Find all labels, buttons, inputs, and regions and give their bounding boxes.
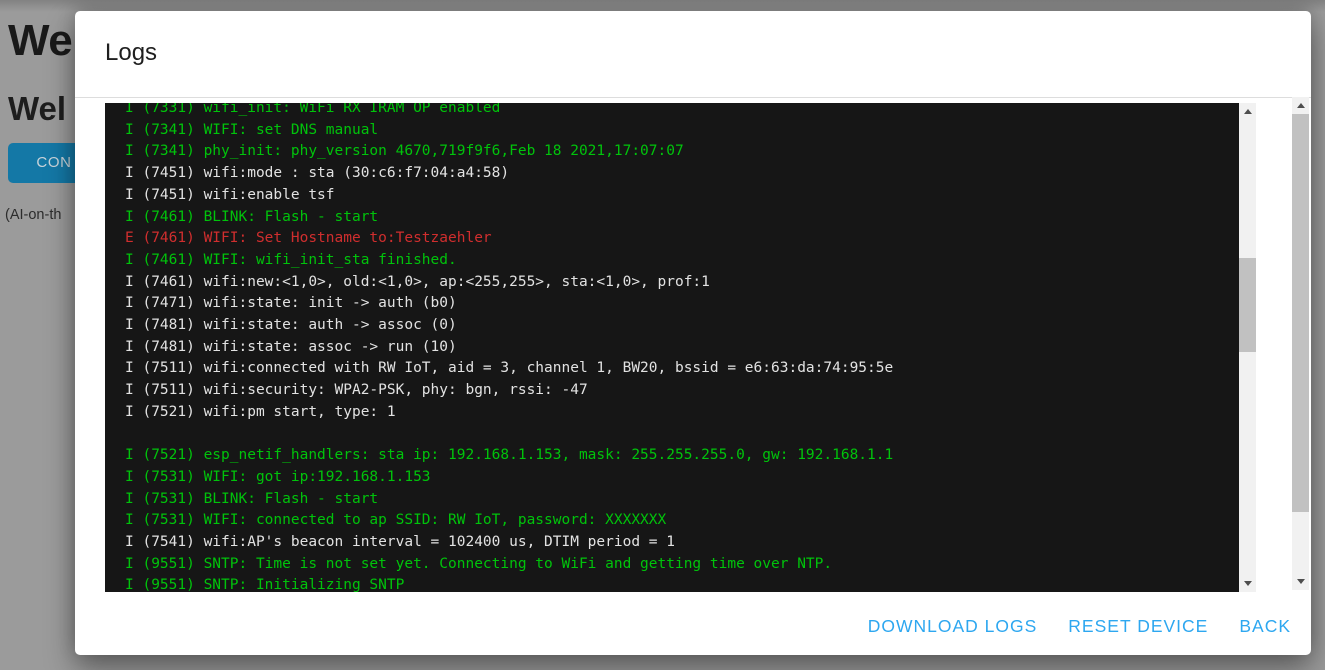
modal-header: Logs — [75, 11, 1311, 97]
log-line: I (7511) wifi:connected with RW IoT, aid… — [125, 358, 1239, 380]
modal-scrollbar-track[interactable] — [1292, 114, 1309, 573]
log-line: I (9551) SNTP: Time is not set yet. Conn… — [125, 554, 1239, 576]
log-scrollbar[interactable] — [1239, 103, 1256, 592]
header-divider — [75, 97, 1311, 98]
log-line: I (7531) WIFI: got ip:192.168.1.153 — [125, 467, 1239, 489]
scroll-up-icon — [1244, 109, 1252, 114]
scroll-down-icon — [1297, 579, 1305, 584]
log-line: I (7481) wifi:state: assoc -> run (10) — [125, 337, 1239, 359]
page-caption: (AI-on-th — [5, 207, 61, 223]
log-line: I (7461) BLINK: Flash - start — [125, 207, 1239, 229]
log-scroll-down-button[interactable] — [1239, 575, 1256, 592]
modal-footer: DOWNLOAD LOGS RESET DEVICE BACK — [75, 597, 1311, 655]
log-scroll-up-button[interactable] — [1239, 103, 1256, 120]
log-line: I (7521) esp_netif_handlers: sta ip: 192… — [125, 445, 1239, 467]
log-line: I (7541) wifi:AP's beacon interval = 102… — [125, 532, 1239, 554]
scroll-down-icon — [1244, 581, 1252, 586]
modal-scrollbar-thumb[interactable] — [1292, 114, 1309, 512]
reset-device-button[interactable]: RESET DEVICE — [1068, 616, 1208, 637]
log-line — [125, 424, 1239, 446]
log-scrollbar-track[interactable] — [1239, 120, 1256, 575]
log-line: I (7451) wifi:enable tsf — [125, 185, 1239, 207]
log-line: I (7341) WIFI: set DNS manual — [125, 120, 1239, 142]
page-heading-primary: We — [8, 16, 72, 66]
download-logs-button[interactable]: DOWNLOAD LOGS — [868, 616, 1038, 637]
page-heading-secondary: Wel — [8, 90, 66, 128]
log-line: I (7471) wifi:state: init -> auth (b0) — [125, 293, 1239, 315]
log-line: I (7481) wifi:state: auth -> assoc (0) — [125, 315, 1239, 337]
log-line: I (9551) SNTP: Initializing SNTP — [125, 575, 1239, 592]
log-line: I (7531) BLINK: Flash - start — [125, 489, 1239, 511]
log-line: I (7451) wifi:mode : sta (30:c6:f7:04:a4… — [125, 163, 1239, 185]
log-line: I (7521) wifi:pm start, type: 1 — [125, 402, 1239, 424]
log-line: I (7511) wifi:security: WPA2-PSK, phy: b… — [125, 380, 1239, 402]
log-content: I (7331) wifi_init: WiFi RX IRAM OP enab… — [105, 103, 1239, 592]
log-terminal[interactable]: I (7331) wifi_init: WiFi RX IRAM OP enab… — [105, 103, 1256, 592]
log-line: E (7461) WIFI: Set Hostname to:Testzaehl… — [125, 228, 1239, 250]
back-button[interactable]: BACK — [1239, 616, 1291, 637]
log-line: I (7331) wifi_init: WiFi RX IRAM OP enab… — [125, 103, 1239, 120]
log-scrollbar-thumb[interactable] — [1239, 258, 1256, 352]
log-line: I (7461) WIFI: wifi_init_sta finished. — [125, 250, 1239, 272]
modal-title: Logs — [105, 39, 157, 67]
log-line: I (7531) WIFI: connected to ap SSID: RW … — [125, 510, 1239, 532]
logs-modal: Logs I (7331) wifi_init: WiFi RX IRAM OP… — [75, 11, 1311, 655]
modal-scrollbar[interactable] — [1292, 97, 1309, 590]
log-line: I (7461) wifi:new:<1,0>, old:<1,0>, ap:<… — [125, 272, 1239, 294]
modal-scroll-down-button[interactable] — [1292, 573, 1309, 590]
scroll-up-icon — [1297, 103, 1305, 108]
log-line: I (7341) phy_init: phy_version 4670,719f… — [125, 141, 1239, 163]
modal-scroll-up-button[interactable] — [1292, 97, 1309, 114]
